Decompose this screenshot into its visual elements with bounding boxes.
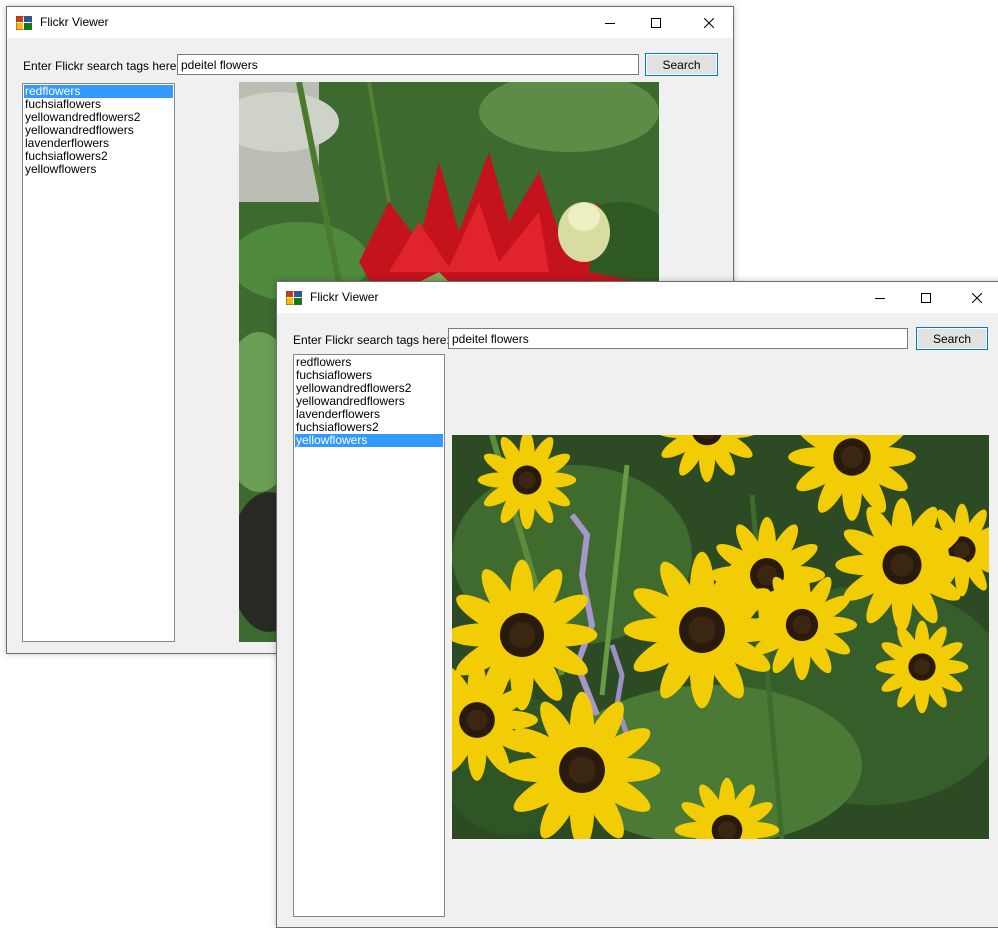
tag-listbox[interactable]: redflowers fuchsiaflowers yellowandredfl… [293,354,445,917]
search-input[interactable] [448,328,908,349]
minimize-button[interactable] [857,282,903,313]
list-item[interactable]: yellowflowers [24,163,173,176]
title-bar[interactable]: Flickr Viewer [7,7,733,38]
search-button[interactable]: Search [645,53,718,76]
maximize-icon [921,292,931,303]
close-button[interactable] [954,282,998,313]
close-icon [972,292,982,303]
app-icon [16,16,32,30]
close-icon [704,17,714,28]
search-button[interactable]: Search [916,327,988,350]
minimize-button[interactable] [587,7,633,38]
search-input[interactable] [177,54,639,75]
maximize-icon [651,17,661,28]
window-title: Flickr Viewer [310,290,379,304]
search-label: Enter Flickr search tags here: [293,333,450,347]
maximize-button[interactable] [633,7,679,38]
app-icon [286,291,302,305]
maximize-button[interactable] [903,282,949,313]
list-item[interactable]: yellowflowers [295,434,443,447]
minimize-icon [605,22,615,24]
search-label: Enter Flickr search tags here: [23,59,180,73]
flower-photo-yellow [452,435,989,839]
flickr-viewer-window-front: Flickr Viewer Enter Flickr search tags h… [276,281,998,928]
window-title: Flickr Viewer [40,15,109,29]
close-button[interactable] [686,7,732,38]
title-bar[interactable]: Flickr Viewer [277,282,998,313]
tag-listbox[interactable]: redflowers fuchsiaflowers yellowandredfl… [22,83,175,642]
minimize-icon [875,297,885,299]
